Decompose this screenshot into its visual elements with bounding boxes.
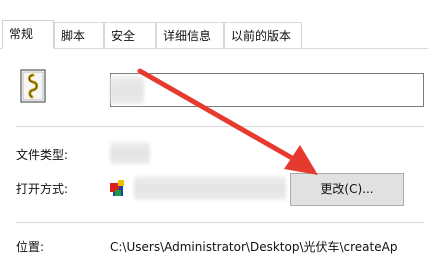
tab-details[interactable]: 详细信息 xyxy=(156,22,224,48)
divider-2 xyxy=(16,222,424,223)
redacted-file-type xyxy=(110,142,150,164)
file-name-field[interactable] xyxy=(110,73,424,107)
app-icon xyxy=(110,180,124,196)
tab-previous-versions[interactable]: 以前的版本 xyxy=(224,22,302,48)
divider-1 xyxy=(16,126,424,127)
redacted-file-name xyxy=(110,76,144,104)
redacted-app-name xyxy=(134,176,286,200)
change-button[interactable]: 更改(C)... xyxy=(290,173,404,206)
open-with-label: 打开方式: xyxy=(16,182,69,196)
location-label: 位置: xyxy=(16,240,45,254)
tab-security[interactable]: 安全 xyxy=(104,22,156,48)
file-type-label: 文件类型: xyxy=(16,148,69,162)
tab-general[interactable]: 常规 xyxy=(2,20,54,49)
window-top-bar xyxy=(0,0,428,22)
tab-script[interactable]: 脚本 xyxy=(54,22,104,48)
location-value: C:\Users\Administrator\Desktop\光伏车\creat… xyxy=(110,240,398,254)
script-file-icon xyxy=(20,69,46,103)
tab-strip-border xyxy=(0,48,428,49)
